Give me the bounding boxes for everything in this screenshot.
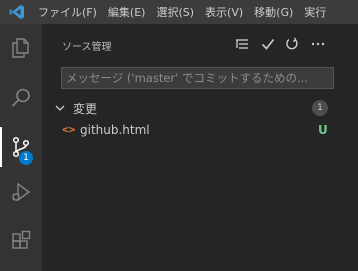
menu-file[interactable]: ファイル(F) [34, 4, 104, 20]
commit-button[interactable] [258, 35, 278, 53]
changed-file-item[interactable]: <> github.html U [42, 120, 358, 142]
html-file-icon: <> [62, 123, 76, 136]
view-as-tree-button[interactable] [232, 35, 252, 53]
commit-check-icon [261, 39, 275, 50]
activity-search[interactable] [0, 78, 42, 118]
commit-message-input[interactable]: メッセージ ('master' でコミットするための... [61, 67, 334, 89]
changes-count-badge: 1 [312, 100, 328, 116]
refresh-button[interactable] [282, 35, 302, 53]
menu-run[interactable]: 実行 [300, 4, 333, 20]
changes-group-header[interactable]: 変更 1 [42, 97, 358, 119]
active-indicator [0, 127, 2, 167]
more-actions-icon [311, 42, 325, 46]
menu-go[interactable]: 移動(G) [250, 4, 300, 20]
vscode-logo-icon [0, 0, 34, 24]
more-actions-button[interactable] [308, 35, 328, 53]
menu-edit[interactable]: 編集(E) [104, 4, 153, 20]
view-title: ソース管理 [62, 42, 112, 53]
activity-bar: 1 [0, 24, 42, 271]
activity-source-control[interactable]: 1 [0, 127, 42, 167]
explorer-icon [12, 38, 29, 58]
menu-view[interactable]: 表示(V) [201, 4, 250, 20]
activity-explorer[interactable] [0, 28, 42, 68]
refresh-icon [286, 37, 298, 50]
extensions-icon [12, 230, 31, 249]
untracked-status-badge: U [318, 123, 328, 137]
view-as-tree-icon [236, 39, 248, 49]
source-control-view: ソース管理 メッセージ ('master' でコミットするための... 変更 1… [42, 24, 358, 271]
file-name: github.html [80, 123, 150, 137]
menu-selection[interactable]: 選択(S) [152, 4, 201, 20]
activity-run-debug[interactable] [0, 172, 42, 212]
activity-extensions[interactable] [0, 221, 42, 261]
menu-bar: ファイル(F) 編集(E) 選択(S) 表示(V) 移動(G) 実行 [0, 0, 358, 24]
chevron-down-icon [55, 105, 65, 111]
changes-group-label: 変更 [73, 102, 98, 116]
run-debug-icon [12, 182, 31, 202]
source-control-badge: 1 [19, 151, 33, 165]
view-header: ソース管理 [42, 24, 358, 59]
view-actions [232, 35, 358, 53]
search-icon [11, 88, 30, 107]
